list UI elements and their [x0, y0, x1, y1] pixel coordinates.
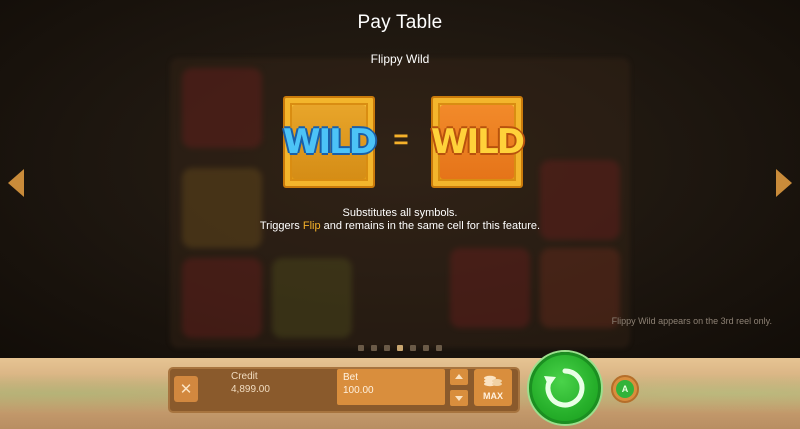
wild-symbol-orange: WILD	[431, 96, 525, 188]
ghost-symbol	[272, 258, 352, 338]
description-line-2: Triggers Flip and remains in the same ce…	[0, 220, 800, 232]
credit-label: Credit	[231, 371, 258, 382]
page-dot[interactable]	[436, 345, 442, 351]
ghost-symbol	[540, 248, 620, 328]
flip-highlight: Flip	[302, 220, 321, 232]
arrow-right-icon[interactable]	[776, 169, 792, 197]
description-line-1: Substitutes all symbols.	[342, 207, 458, 219]
page-dot[interactable]	[371, 345, 377, 351]
max-bet-button[interactable]: MAX	[474, 369, 512, 406]
ghost-symbol	[182, 258, 262, 338]
wild-symbol-text: WILD	[282, 122, 377, 162]
wild-symbol-blue: WILD	[283, 96, 377, 188]
wild-symbol-inner: WILD	[283, 105, 377, 179]
spin-icon	[544, 368, 585, 408]
page-dot[interactable]	[384, 345, 390, 351]
description-text: and remains in the same cell for this fe…	[323, 220, 541, 232]
page-dot[interactable]	[423, 345, 429, 351]
page-title: Pay Table	[357, 12, 443, 33]
bet-value: 100.00	[343, 385, 374, 396]
ghost-symbol	[182, 68, 262, 148]
max-bet-label: MAX	[483, 391, 503, 401]
credit-value: 4,899.00	[231, 384, 270, 395]
page-dot[interactable]	[397, 345, 403, 351]
bet-label: Bet	[343, 372, 359, 383]
ghost-symbol	[450, 248, 530, 328]
wild-symbol-inner: WILD	[431, 105, 525, 179]
description-text: Triggers	[259, 220, 300, 232]
close-icon: ✕	[179, 381, 193, 398]
coins-icon	[484, 375, 502, 387]
reel-note: Flippy Wild appears on the 3rd reel only…	[611, 316, 772, 326]
bet-decrease-button[interactable]	[450, 390, 468, 406]
page-indicator	[0, 345, 800, 351]
paytable-overlay: Pay Table Flippy Wild WILD = WILD Substi…	[0, 0, 800, 358]
close-button[interactable]: ✕	[174, 376, 198, 402]
page-dot[interactable]	[410, 345, 416, 351]
autoplay-button[interactable]: A	[611, 375, 639, 403]
arrow-left-icon[interactable]	[8, 169, 24, 197]
feature-name: Flippy Wild	[370, 52, 430, 66]
autoplay-icon: A	[616, 380, 634, 398]
equals-sign: =	[393, 124, 409, 154]
page-dot[interactable]	[358, 345, 364, 351]
spin-button[interactable]	[529, 352, 601, 424]
bet-increase-button[interactable]	[450, 369, 468, 385]
wild-symbol-text: WILD	[430, 122, 525, 162]
